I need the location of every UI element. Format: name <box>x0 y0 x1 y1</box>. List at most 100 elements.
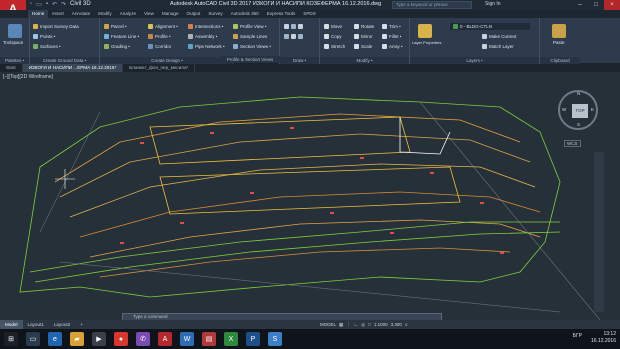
media-icon[interactable]: ▶ <box>92 332 106 346</box>
array-button[interactable]: Array • <box>382 44 403 49</box>
customize-icon[interactable]: ≡ <box>405 322 408 327</box>
tab-analyze[interactable]: Analyze <box>116 10 140 18</box>
assembly-button[interactable]: Assembly • <box>188 34 217 39</box>
sample-lines-button[interactable]: Sample Lines <box>233 34 267 39</box>
alignment-button[interactable]: Alignment • <box>148 24 178 29</box>
toolspace-button[interactable]: Toolspace <box>3 40 23 45</box>
paste-icon[interactable] <box>552 24 566 38</box>
language-indicator[interactable]: БГР <box>573 333 582 339</box>
minimize-icon[interactable]: – <box>572 0 588 10</box>
group-label-ground[interactable]: Create Ground Data • <box>30 57 99 64</box>
pdf-icon[interactable]: ▤ <box>202 332 216 346</box>
tab-manage[interactable]: Manage <box>158 10 183 18</box>
autocad-icon[interactable]: A <box>158 332 172 346</box>
open-icon[interactable]: ▭ <box>36 1 42 8</box>
workspace-selector[interactable]: Civil 3D <box>70 1 91 8</box>
elevation-value[interactable]: 3.300 <box>391 322 402 327</box>
layout-tab-layout1[interactable]: Layout1 <box>23 320 49 329</box>
arc-tool-icon[interactable] <box>284 34 303 39</box>
layout-tab-layout2[interactable]: Layout2 <box>49 320 75 329</box>
tab-annotate[interactable]: Annotate <box>68 10 94 18</box>
group-label-profile-section[interactable]: Profile & Section Views <box>220 56 280 63</box>
corridor-button[interactable]: Corridor <box>148 44 171 49</box>
model-space-toggle[interactable]: MODEL <box>320 322 336 327</box>
viewcube-north[interactable]: N <box>577 91 580 96</box>
mirror-button[interactable]: Mirror <box>354 34 373 39</box>
excel-icon[interactable]: X <box>224 332 238 346</box>
tab-view[interactable]: View <box>140 10 158 18</box>
viber-icon[interactable]: ✆ <box>136 332 150 346</box>
group-label-design[interactable]: Create Design • <box>100 57 234 64</box>
viewcube-south[interactable]: S <box>577 122 580 127</box>
layer-dropdown[interactable]: 0 - BLDG-CTLN <box>450 23 530 30</box>
navigation-bar[interactable] <box>594 152 604 312</box>
import-survey-data-button[interactable]: Import Survey Data <box>33 24 79 29</box>
tab-insert[interactable]: Insert <box>48 10 68 18</box>
move-button[interactable]: Move <box>324 24 342 29</box>
layer-properties-icon[interactable] <box>418 24 432 38</box>
points-button[interactable]: Points • <box>33 34 55 39</box>
save-icon[interactable]: ▪ <box>46 1 48 8</box>
doc-tab-drawing[interactable]: ИЗКОГИ И НАСИПИ ...ЕРМА 16.12.2016* <box>22 64 124 72</box>
make-current-button[interactable]: Make Current <box>482 34 516 39</box>
new-icon[interactable]: ▫ <box>30 1 32 8</box>
word-icon[interactable]: W <box>180 332 194 346</box>
redo-icon[interactable]: ↷ <box>61 1 66 8</box>
maximize-icon[interactable]: □ <box>588 0 604 10</box>
doc-tab-start[interactable]: Start <box>0 64 23 72</box>
search-input[interactable]: Type a keyword or phrase <box>392 1 472 9</box>
group-label-modify[interactable]: Modify • <box>320 57 409 64</box>
rotate-button[interactable]: Rotate <box>354 24 374 29</box>
grid-icon[interactable]: ▦ <box>339 322 343 328</box>
parcel-button[interactable]: Parcel • <box>104 24 127 29</box>
task-view-icon[interactable]: ▭ <box>26 332 40 346</box>
toolspace-icon[interactable] <box>8 24 22 38</box>
viewcube-west[interactable]: W <box>562 107 566 112</box>
photoshop-icon[interactable]: P <box>246 332 260 346</box>
match-layer-button[interactable]: Match Layer <box>482 44 514 49</box>
tab-autodesk-360[interactable]: Autodesk 360 <box>227 10 263 18</box>
grading-button[interactable]: Grading • <box>104 44 130 49</box>
group-label-draw[interactable]: Draw • <box>280 57 319 64</box>
viewcube[interactable]: N S E W TOP <box>558 90 598 130</box>
copy-button[interactable]: Copy <box>324 34 342 39</box>
group-label-clipboard[interactable]: Clipboard <box>540 57 580 64</box>
fillet-button[interactable]: Fillet • <box>382 34 401 39</box>
browser-icon[interactable]: e <box>48 332 62 346</box>
tab-survey[interactable]: Survey <box>204 10 226 18</box>
tab-home[interactable]: Home <box>28 10 49 18</box>
feature-line-button[interactable]: Feature Line • <box>104 34 139 39</box>
paste-button[interactable]: Paste <box>553 40 565 45</box>
surfaces-button[interactable]: Surfaces • <box>33 44 61 49</box>
group-label-palettes[interactable]: Palettes • <box>0 57 29 64</box>
undo-icon[interactable]: ↶ <box>52 1 57 8</box>
messenger-icon[interactable]: S <box>268 332 282 346</box>
section-views-button[interactable]: Section Views • <box>233 44 271 49</box>
doc-tab-second-drawing[interactable]: Бланкет_фон_пер_месила* <box>123 64 196 72</box>
osnap-icon[interactable]: □ <box>368 322 371 327</box>
viewcube-top-face[interactable]: TOP <box>572 104 588 118</box>
close-icon[interactable]: × <box>604 0 620 10</box>
wcs-menu[interactable]: WCS <box>564 140 581 147</box>
sign-in-link[interactable]: Sign In <box>485 1 501 7</box>
stretch-button[interactable]: Stretch <box>324 44 345 49</box>
tab-output[interactable]: Output <box>183 10 205 18</box>
group-label-layers[interactable]: Layers • <box>410 57 539 64</box>
pipe-network-button[interactable]: Pipe Network • <box>188 44 225 49</box>
start-icon[interactable]: ⊞ <box>4 332 18 346</box>
snap-icon[interactable]: ⋮ <box>346 322 351 328</box>
layout-tab-model[interactable]: Model <box>0 320 23 329</box>
trim-button[interactable]: Trim • <box>382 24 401 29</box>
tab-express-tools[interactable]: Express Tools <box>263 10 300 18</box>
app-icon[interactable]: ● <box>114 332 128 346</box>
polar-icon[interactable]: ◎ <box>361 322 365 328</box>
annotation-scale-dropdown[interactable]: 1:1000 <box>374 322 388 327</box>
intersections-button[interactable]: Intersections • <box>188 24 223 29</box>
system-clock[interactable]: 13:12 16.12.2016 <box>591 331 616 345</box>
tab-spds[interactable]: SPDS <box>299 10 320 18</box>
add-layout-button[interactable]: + <box>75 320 88 329</box>
line-tool-icon[interactable] <box>284 24 303 29</box>
profile-button[interactable]: Profile • <box>148 34 171 39</box>
ortho-icon[interactable]: ∟ <box>354 322 358 327</box>
viewcube-east[interactable]: E <box>591 107 594 112</box>
